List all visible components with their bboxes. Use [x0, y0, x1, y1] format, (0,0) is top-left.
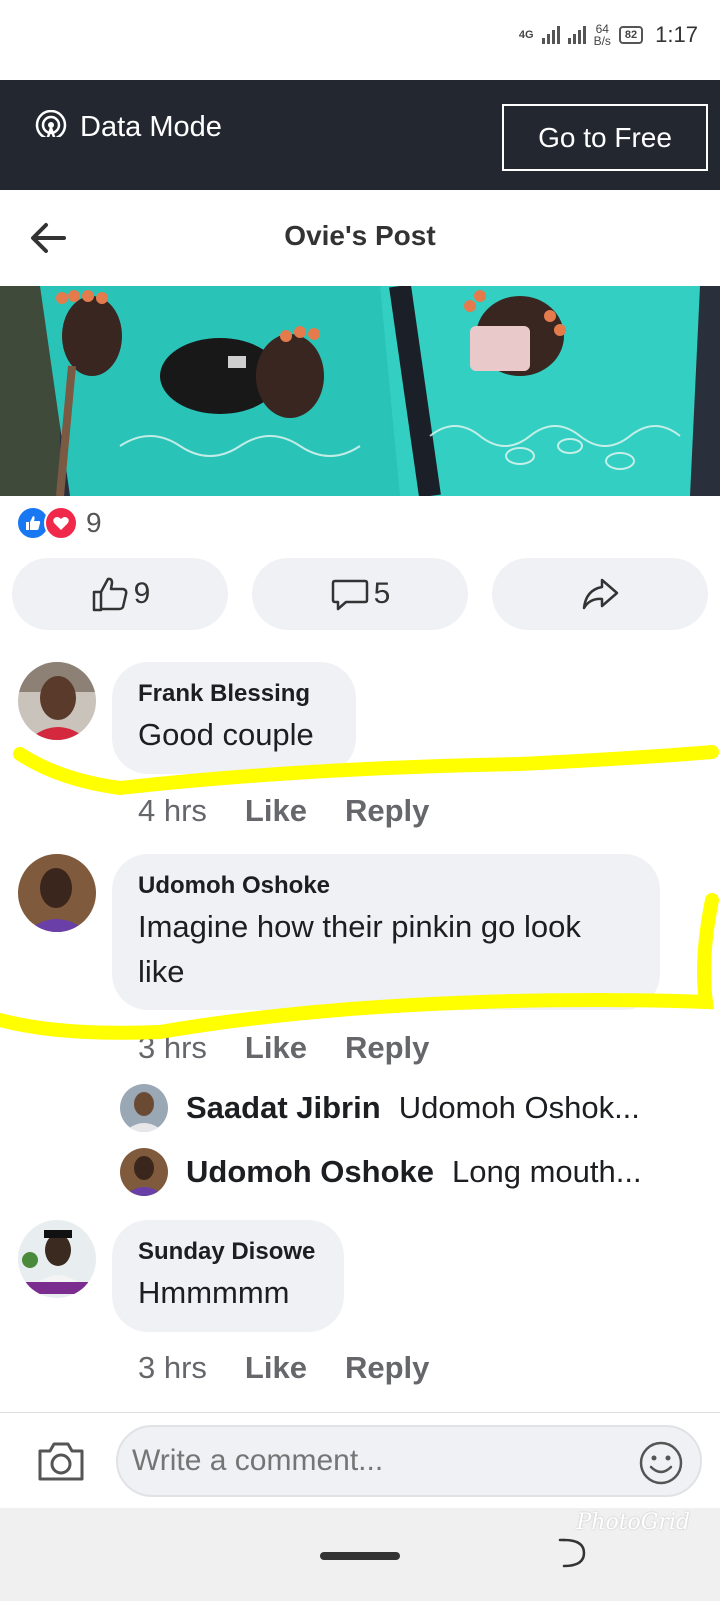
comment-time: 3 hrs	[138, 1350, 207, 1385]
reply-text: Long mouth...	[452, 1154, 642, 1189]
battery-icon: 82	[618, 26, 644, 44]
reply-author[interactable]: Udomoh Oshoke	[186, 1154, 434, 1190]
avatar[interactable]	[18, 662, 96, 740]
emoji-icon[interactable]	[638, 1440, 684, 1486]
comment-time: 3 hrs	[138, 1030, 207, 1065]
share-icon	[582, 578, 619, 610]
post-header: Ovie's Post	[0, 190, 720, 286]
avatar[interactable]	[18, 854, 96, 932]
home-gesture-bar[interactable]	[320, 1552, 400, 1560]
signal-icon-2	[567, 26, 586, 44]
reaction-count: 9	[86, 507, 102, 538]
comment-count: 5	[373, 577, 391, 610]
comment-reply-button[interactable]: Reply	[345, 1030, 429, 1066]
comment-reply-button[interactable]: Reply	[345, 1350, 429, 1386]
watermark: PhotoGrid	[576, 1510, 690, 1535]
nav-back-icon[interactable]	[556, 1536, 590, 1570]
share-button[interactable]	[492, 558, 708, 630]
comment-author[interactable]: Udomoh Oshoke	[138, 872, 634, 900]
signal-icon	[541, 26, 560, 44]
network-speed: 64 B/s	[593, 22, 611, 48]
comment-reply-button[interactable]: Reply	[345, 793, 429, 829]
camera-icon[interactable]	[36, 1439, 86, 1483]
broadcast-icon	[35, 110, 67, 144]
comment-meta: 3 hrs Like Reply	[138, 1350, 429, 1386]
comment-like-button[interactable]: Like	[245, 793, 307, 829]
clock: 1:17	[655, 22, 698, 47]
divider	[0, 640, 14, 650]
reply-avatar	[120, 1148, 168, 1196]
comment-text: Hmmmmm	[138, 1275, 290, 1310]
comment-bubble[interactable]: Udomoh Oshoke Imagine how their pinkin g…	[112, 854, 660, 1010]
status-bar: 4G 64 B/s 82 1:17	[0, 0, 720, 80]
page-title: Ovie's Post	[284, 220, 436, 251]
comment-meta: 4 hrs Like Reply	[138, 793, 429, 829]
comment-bubble[interactable]: Frank Blessing Good couple	[112, 662, 356, 774]
comment-text: Good couple	[138, 717, 314, 752]
comment-bubble[interactable]: Sunday Disowe Hmmmmm	[112, 1220, 344, 1332]
comment-input[interactable]	[116, 1425, 702, 1497]
reply-author[interactable]: Saadat Jibrin	[186, 1090, 381, 1126]
love-reaction-icon	[44, 506, 78, 540]
like-button[interactable]: 9	[12, 558, 228, 630]
reply-preview[interactable]: Udomoh Oshoke Long mouth...	[120, 1148, 680, 1196]
comment-like-button[interactable]: Like	[245, 1030, 307, 1066]
reaction-summary[interactable]: 9	[16, 506, 102, 540]
data-mode-bar: Data Mode Go to Free	[0, 80, 720, 190]
reply-preview[interactable]: Saadat Jibrin Udomoh Oshok...	[120, 1084, 680, 1132]
data-mode-indicator: Data Mode	[34, 110, 222, 144]
comment-like-button[interactable]: Like	[245, 1350, 307, 1386]
reply-text: Udomoh Oshok...	[398, 1090, 640, 1125]
status-icons: 4G 64 B/s 82 1:17	[519, 22, 698, 48]
post-actions: 9 5	[12, 558, 708, 630]
comment-meta: 3 hrs Like Reply	[138, 1030, 429, 1066]
post-photo[interactable]	[0, 286, 720, 496]
comment-time: 4 hrs	[138, 793, 207, 828]
go-to-free-button[interactable]: Go to Free	[502, 104, 708, 171]
avatar[interactable]	[18, 1220, 96, 1298]
comment-button[interactable]: 5	[252, 558, 468, 630]
thumbs-up-icon	[92, 577, 128, 612]
comment-author[interactable]: Sunday Disowe	[138, 1238, 318, 1266]
system-nav-bar: PhotoGrid	[0, 1508, 720, 1601]
network-type: 4G	[518, 29, 534, 41]
comment-composer	[0, 1412, 720, 1508]
comment-text: Imagine how their pinkin go look like	[138, 909, 581, 989]
like-count: 9	[133, 577, 151, 610]
data-mode-label: Data Mode	[80, 110, 222, 143]
reply-avatar	[120, 1084, 168, 1132]
comment-icon	[331, 579, 368, 611]
comment-author[interactable]: Frank Blessing	[138, 680, 330, 708]
